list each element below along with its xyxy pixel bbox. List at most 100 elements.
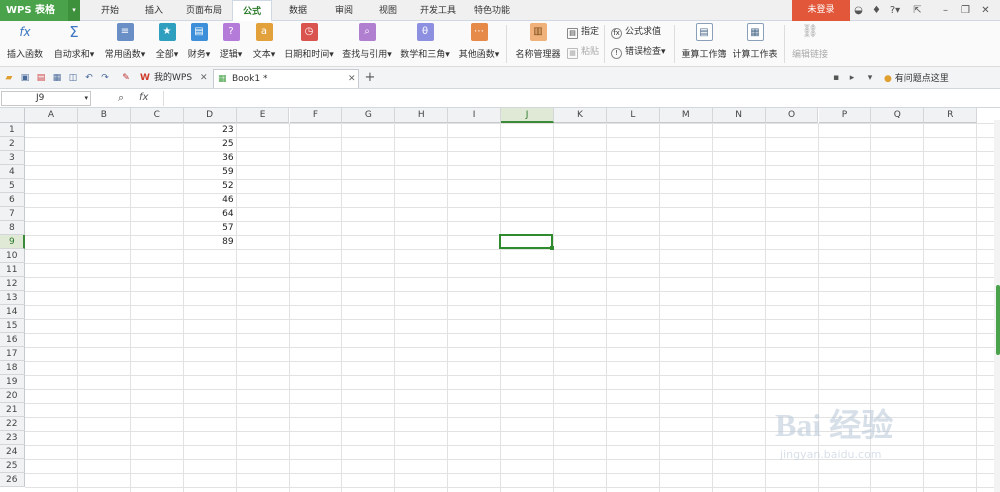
- cell-d1[interactable]: 23: [184, 123, 237, 137]
- column-header[interactable]: J: [501, 108, 554, 123]
- row-header[interactable]: 16: [0, 333, 25, 347]
- print-preview-icon[interactable]: ◫: [67, 72, 79, 84]
- menu-tab-insert[interactable]: 插入: [136, 0, 172, 21]
- zoom-icon[interactable]: ⌕: [118, 91, 124, 105]
- format-painter-icon[interactable]: ✎: [120, 72, 132, 84]
- row-header[interactable]: 8: [0, 221, 25, 235]
- formula-evaluate-button[interactable]: fx 公式求值: [611, 25, 661, 39]
- column-header[interactable]: C: [130, 108, 184, 123]
- other-functions-button[interactable]: ⋯ 其他函数▾: [456, 23, 502, 65]
- column-header[interactable]: R: [924, 108, 978, 123]
- shirt-icon[interactable]: ♦: [870, 4, 883, 17]
- menu-tab-formulas[interactable]: 公式: [232, 0, 272, 22]
- selected-cell-j9[interactable]: [499, 234, 553, 249]
- name-box[interactable]: J9 ▾: [1, 91, 91, 106]
- row-header[interactable]: 20: [0, 389, 25, 403]
- column-header[interactable]: Q: [871, 108, 925, 123]
- export-pdf-icon[interactable]: ▤: [35, 72, 47, 84]
- tab-list-icon[interactable]: ▪: [830, 72, 842, 84]
- row-header[interactable]: 21: [0, 403, 25, 417]
- help-link[interactable]: ● 有问题点这里: [884, 71, 949, 84]
- cell-d5[interactable]: 52: [184, 179, 237, 193]
- row-header[interactable]: 10: [0, 249, 25, 263]
- menu-tab-page-layout[interactable]: 页面布局: [180, 0, 228, 21]
- cell-d2[interactable]: 25: [184, 137, 237, 151]
- cell-d9[interactable]: 89: [184, 235, 237, 249]
- menu-tab-review[interactable]: 审阅: [326, 0, 362, 21]
- row-header[interactable]: 2: [0, 137, 25, 151]
- formula-input[interactable]: [163, 91, 998, 106]
- row-header[interactable]: 25: [0, 459, 25, 473]
- column-header[interactable]: A: [25, 108, 78, 123]
- menu-tab-data[interactable]: 数据: [280, 0, 316, 21]
- redo-icon[interactable]: ↷: [99, 72, 111, 84]
- cell-d6[interactable]: 46: [184, 193, 237, 207]
- column-header[interactable]: M: [659, 108, 713, 123]
- cell-d7[interactable]: 64: [184, 207, 237, 221]
- app-menu-caret-icon[interactable]: ▾: [68, 0, 80, 21]
- open-folder-icon[interactable]: ▰: [3, 72, 15, 84]
- logical-button[interactable]: ? 逻辑▾: [216, 23, 246, 65]
- app-logo-button[interactable]: WPS 表格 ▾: [0, 0, 80, 21]
- lookup-reference-button[interactable]: ⌕ 查找与引用▾: [340, 23, 394, 65]
- save-icon[interactable]: ▣: [19, 72, 31, 84]
- name-manager-button[interactable]: ▥ 名称管理器: [512, 23, 564, 65]
- menu-tab-developer[interactable]: 开发工具: [414, 0, 462, 21]
- paste-button[interactable]: ▦ 粘贴: [567, 45, 599, 59]
- autosum-button[interactable]: Σ 自动求和▾: [52, 23, 96, 65]
- row-header[interactable]: 19: [0, 375, 25, 389]
- column-header[interactable]: I: [448, 108, 502, 123]
- row-header[interactable]: 6: [0, 193, 25, 207]
- row-header[interactable]: 14: [0, 305, 25, 319]
- row-header[interactable]: 23: [0, 431, 25, 445]
- print-icon[interactable]: ▦: [51, 72, 63, 84]
- edit-links-button[interactable]: ⛓ 编辑链接: [790, 23, 830, 65]
- chevron-down-icon[interactable]: ▾: [84, 92, 88, 105]
- row-header[interactable]: 1: [0, 123, 25, 137]
- tab-my-wps[interactable]: W 我的WPS ✕: [136, 69, 212, 88]
- menu-tab-home[interactable]: 开始: [92, 0, 128, 21]
- math-trig-button[interactable]: θ 数学和三角▾: [398, 23, 452, 65]
- recalc-workbook-button[interactable]: ▤ 重算工作簿: [680, 23, 728, 65]
- insert-function-button[interactable]: fx 插入函数: [4, 23, 46, 65]
- minimize-icon[interactable]: –: [939, 4, 952, 17]
- column-header[interactable]: E: [236, 108, 290, 123]
- common-functions-button[interactable]: ≡ 常用函数▾: [102, 23, 148, 65]
- row-header[interactable]: 22: [0, 417, 25, 431]
- text-button[interactable]: a 文本▾: [248, 23, 280, 65]
- row-header[interactable]: 26: [0, 473, 25, 487]
- login-button[interactable]: 未登录: [792, 0, 850, 21]
- column-header[interactable]: B: [77, 108, 131, 123]
- fx-icon[interactable]: fx: [139, 92, 148, 103]
- row-header[interactable]: 7: [0, 207, 25, 221]
- column-header[interactable]: L: [606, 108, 660, 123]
- maximize-icon[interactable]: ❐: [959, 4, 972, 17]
- help-icon[interactable]: ?▾: [887, 4, 903, 17]
- row-header[interactable]: 18: [0, 361, 25, 375]
- fill-handle[interactable]: [550, 246, 554, 250]
- row-header[interactable]: 4: [0, 165, 25, 179]
- tab-book1[interactable]: ▦ Book1 * ✕: [213, 69, 359, 88]
- scrollbar-thumb[interactable]: [996, 285, 1000, 355]
- column-header[interactable]: N: [712, 108, 766, 123]
- row-header[interactable]: 9: [0, 235, 25, 249]
- column-header[interactable]: G: [342, 108, 396, 123]
- row-header[interactable]: 17: [0, 347, 25, 361]
- column-header[interactable]: O: [765, 108, 819, 123]
- cell-area[interactable]: [25, 123, 1000, 492]
- all-functions-button[interactable]: ★ 全部▾: [152, 23, 182, 65]
- financial-button[interactable]: ▤ 财务▾: [184, 23, 214, 65]
- new-tab-icon[interactable]: +: [364, 71, 376, 84]
- row-header[interactable]: 15: [0, 319, 25, 333]
- column-header[interactable]: H: [395, 108, 449, 123]
- error-check-button[interactable]: ! 错误检查▾: [611, 45, 666, 59]
- menu-tab-features[interactable]: 特色功能: [468, 0, 516, 21]
- row-header[interactable]: 11: [0, 263, 25, 277]
- cell-d4[interactable]: 59: [184, 165, 237, 179]
- row-header[interactable]: 3: [0, 151, 25, 165]
- column-header[interactable]: F: [289, 108, 343, 123]
- row-header[interactable]: 24: [0, 445, 25, 459]
- select-all-corner[interactable]: [0, 108, 25, 123]
- tab-next-icon[interactable]: ▸: [846, 72, 858, 84]
- column-header[interactable]: P: [818, 108, 872, 123]
